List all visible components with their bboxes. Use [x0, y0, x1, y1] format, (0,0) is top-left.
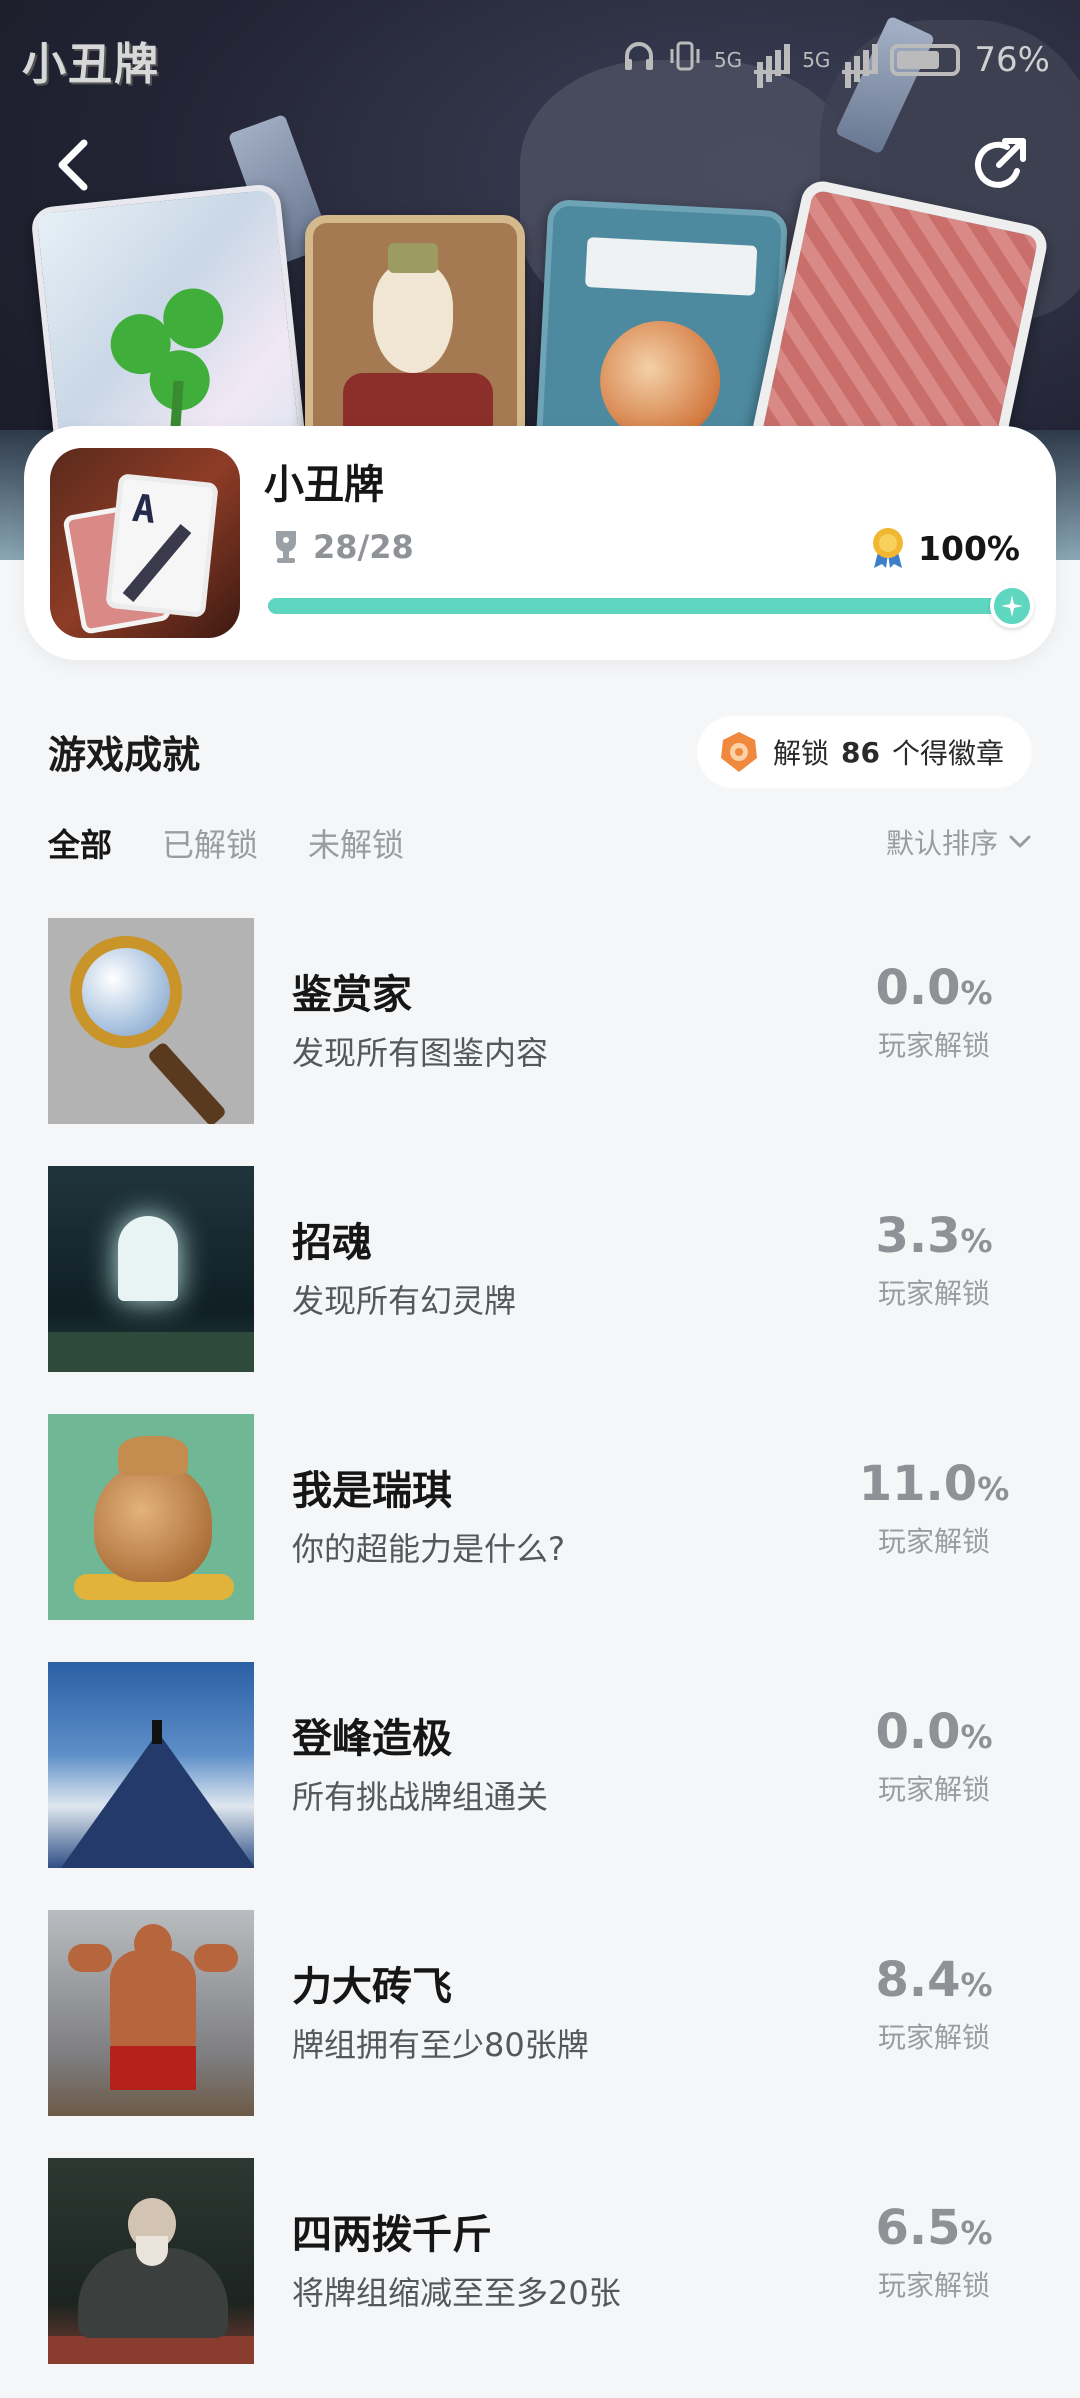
badge-count: 86 [841, 735, 880, 769]
unlock-rate-unit: % [960, 1718, 993, 1756]
sparkle-icon [1001, 595, 1023, 617]
achievement-tabs: 全部 已解锁 未解锁 [48, 820, 404, 866]
achievement-description: 牌组拥有至少80张牌 [292, 2026, 589, 2064]
sort-dropdown[interactable]: 默认排序 [886, 822, 1032, 862]
achievement-name: 力大砖飞 [292, 1964, 452, 2010]
monk-image [48, 2158, 254, 2364]
achievement-name: 招魂 [292, 1220, 372, 1266]
progress-fill [268, 598, 1012, 614]
completion-percent: 100% [868, 526, 1020, 570]
strongman-image [48, 1910, 254, 2116]
achievement-description: 你的超能力是什么? [292, 1530, 565, 1568]
vibrate-icon [668, 39, 702, 82]
tab-locked[interactable]: 未解锁 [308, 820, 404, 866]
headphone-icon [622, 39, 656, 82]
unlock-rate-label: 玩家解锁 [877, 1773, 990, 1806]
network-label: 5G [713, 48, 743, 72]
unlock-rate-value: 0.0 [875, 1704, 961, 1760]
unlock-rate-value: 3.3 [875, 1208, 961, 1264]
achievement-name: 登峰造极 [292, 1716, 452, 1762]
unlock-rate-unit: % [960, 2214, 993, 2252]
hero-cards [0, 177, 1080, 543]
list-item[interactable]: 四两拨千斤 将牌组缩减至至多20张 6.5% 玩家解锁 [48, 2158, 1032, 2364]
sort-label: 默认排序 [885, 827, 998, 860]
unlock-rate-unit: % [960, 974, 993, 1012]
chevron-down-icon [1009, 835, 1031, 848]
list-item[interactable]: 招魂 发现所有幻灵牌 3.3% 玩家解锁 [48, 1166, 1032, 1372]
ghost-image [48, 1166, 254, 1372]
achievement-description: 所有挑战牌组通关 [292, 1778, 549, 1816]
trophy-count: 28/28 [269, 528, 414, 566]
money-bag-image [48, 1414, 254, 1620]
unlock-rate-label: 玩家解锁 [877, 1277, 990, 1310]
unlock-rate-value: 6.5 [875, 2200, 961, 2256]
signal-icon [754, 44, 791, 74]
tab-all[interactable]: 全部 [48, 820, 112, 866]
badge-unlock-pill[interactable]: 解锁 86 个得徽章 [697, 716, 1032, 788]
game-summary-card: A 小丑牌 28/28 100% [24, 426, 1056, 660]
medal-icon [873, 528, 904, 568]
unlock-rate: 6.5% 玩家解锁 [844, 2204, 1024, 2304]
unlock-rate-label: 玩家解锁 [877, 2021, 990, 2054]
unlock-rate-value: 0.0 [875, 960, 961, 1016]
achievement-name: 我是瑞琪 [292, 1468, 452, 1514]
battery-icon [890, 44, 961, 76]
completion-percent-value: 100% [918, 528, 1020, 568]
unlock-rate: 0.0% 玩家解锁 [844, 964, 1024, 1064]
achievement-description: 发现所有图鉴内容 [292, 1034, 549, 1072]
section-title: 游戏成就 [48, 733, 201, 777]
signal-icon [842, 44, 879, 74]
achievement-description: 将牌组缩减至至多20张 [292, 2274, 621, 2312]
tab-unlocked[interactable]: 已解锁 [162, 820, 258, 866]
list-item[interactable]: 我是瑞琪 你的超能力是什么? 11.0% 玩家解锁 [48, 1414, 1032, 1620]
achievement-list: 鉴赏家 发现所有图鉴内容 0.0% 玩家解锁 招魂 发现所有幻灵牌 3.3% 玩… [48, 918, 1032, 2398]
completion-progress-bar [268, 584, 1034, 628]
unlock-rate-label: 玩家解锁 [877, 1029, 990, 1062]
trophy-count-value: 28/28 [313, 528, 414, 566]
list-item[interactable]: 登峰造极 所有挑战牌组通关 0.0% 玩家解锁 [48, 1662, 1032, 1868]
status-bar: 小丑牌 5G 5G 76% [0, 0, 1080, 120]
unlock-rate-value: 8.4 [875, 1952, 961, 2008]
unlock-rate: 8.4% 玩家解锁 [844, 1956, 1024, 2056]
list-item[interactable]: 力大砖飞 牌组拥有至少80张牌 8.4% 玩家解锁 [48, 1910, 1032, 2116]
unlock-rate-unit: % [960, 1222, 993, 1260]
list-item[interactable]: 鉴赏家 发现所有图鉴内容 0.0% 玩家解锁 [48, 918, 1032, 1124]
achievement-name: 四两拨千斤 [292, 2212, 492, 2258]
unlock-rate-value: 11.0 [858, 1456, 978, 1512]
achievement-name: 鉴赏家 [292, 972, 412, 1018]
unlock-rate-unit: % [960, 1966, 993, 2004]
unlock-rate-unit: % [977, 1470, 1010, 1508]
progress-knob [990, 584, 1034, 628]
game-title: 小丑牌 [264, 462, 384, 508]
status-app-logo: 小丑牌 [22, 39, 160, 90]
badge-prefix: 解锁 [773, 737, 830, 770]
unlock-rate: 3.3% 玩家解锁 [844, 1212, 1024, 1312]
network-label: 5G [802, 48, 831, 72]
badge-suffix: 个得徽章 [891, 737, 1004, 770]
badge-icon [721, 732, 757, 772]
mountain-peak-image [48, 1662, 254, 1868]
battery-percent: 76% [974, 40, 1050, 80]
achievement-description: 发现所有幻灵牌 [292, 1282, 517, 1320]
magnifier-image [48, 918, 254, 1124]
unlock-rate-label: 玩家解锁 [877, 2269, 990, 2302]
unlock-rate: 0.0% 玩家解锁 [844, 1708, 1024, 1808]
unlock-rate-label: 玩家解锁 [877, 1525, 990, 1558]
game-icon: A [50, 448, 240, 638]
trophy-icon [276, 531, 296, 563]
unlock-rate: 11.0% 玩家解锁 [844, 1460, 1024, 1560]
